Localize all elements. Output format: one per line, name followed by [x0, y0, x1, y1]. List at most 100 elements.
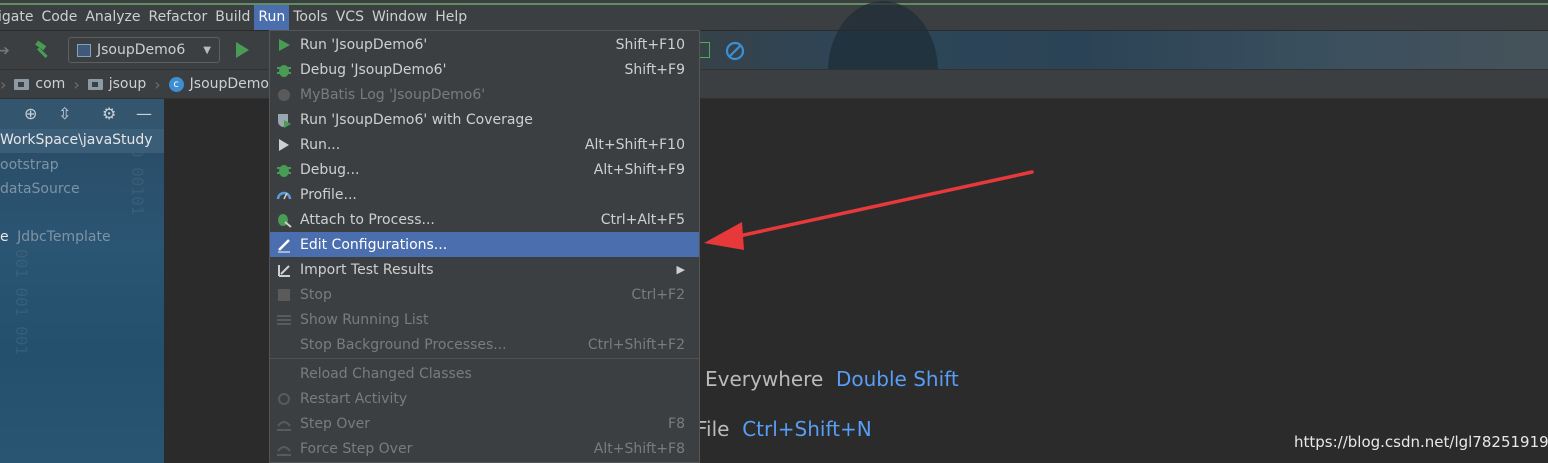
- menu-item-label: Run 'JsoupDemo6' with Coverage: [300, 111, 533, 128]
- folder-icon: [14, 78, 30, 90]
- list-icon: [276, 312, 292, 328]
- menu-item-import-test-results[interactable]: Import Test Results ▶: [270, 257, 699, 282]
- menu-item-shortcut: Alt+Shift+F9: [593, 161, 685, 178]
- menu-item-shortcut: Shift+F9: [624, 61, 685, 78]
- menu-item-run-dialog[interactable]: Run... Alt+Shift+F10: [270, 132, 699, 157]
- stop-icon: [276, 287, 292, 303]
- menu-item-shortcut: F8: [668, 415, 685, 432]
- menu-help[interactable]: Help: [431, 5, 471, 30]
- debug-icon: [276, 162, 292, 178]
- hint-text: Everywhere: [705, 367, 824, 391]
- debug-icon: [276, 62, 292, 78]
- menu-navigate[interactable]: igate: [0, 5, 37, 30]
- run-menu-dropdown: Run 'JsoupDemo6' Shift+F10 Debug 'JsoupD…: [269, 30, 700, 463]
- restart-icon: [276, 391, 292, 407]
- menu-item-shortcut: Alt+Shift+F8: [593, 440, 685, 457]
- menu-item-label: Run...: [300, 136, 341, 153]
- menu-item-label: Edit Configurations...: [300, 236, 448, 253]
- menu-item-shortcut: Alt+Shift+F10: [584, 136, 685, 153]
- class-icon: c: [168, 76, 184, 92]
- menu-item-force-step-over[interactable]: Force Step Over Alt+Shift+F8: [270, 436, 699, 461]
- menu-item-stop[interactable]: Stop Ctrl+F2: [270, 282, 699, 307]
- project-panel: 001 001 001 0010 00101 ⊕ ⇳ ⚙ — WorkSpace…: [0, 99, 164, 463]
- edit-icon: [276, 237, 292, 253]
- hint-shortcut: Double Shift: [835, 367, 959, 391]
- menu-run[interactable]: Run: [254, 5, 290, 30]
- menu-analyze[interactable]: Analyze: [81, 5, 144, 30]
- menu-item-shortcut: Shift+F10: [615, 36, 685, 53]
- menu-separator: [270, 358, 699, 359]
- breadcrumb-label: com: [35, 76, 66, 92]
- menu-item-debug-config[interactable]: Debug 'JsoupDemo6' Shift+F9: [270, 57, 699, 82]
- stop-disabled-icon[interactable]: [724, 40, 746, 62]
- breadcrumb-item-class[interactable]: c JsoupDemo: [168, 76, 269, 92]
- menu-item-label: Restart Activity: [300, 390, 408, 407]
- run-play-icon[interactable]: [236, 42, 249, 58]
- menu-item-debug-dialog[interactable]: Debug... Alt+Shift+F9: [270, 157, 699, 182]
- tree-item-label: JdbcTemplate: [17, 229, 111, 245]
- project-root-path[interactable]: WorkSpace\javaStudy: [0, 132, 153, 148]
- mybatis-icon: [276, 87, 292, 103]
- menu-item-profile[interactable]: Profile...: [270, 182, 699, 207]
- breadcrumb-item-jsoup[interactable]: jsoup ›: [87, 75, 169, 94]
- menu-item-attach-to-process[interactable]: Attach to Process... Ctrl+Alt+F5: [270, 207, 699, 232]
- menu-code[interactable]: Code: [37, 5, 81, 30]
- menu-item-label: Import Test Results: [300, 261, 434, 278]
- menu-item-reload-changed-classes[interactable]: Reload Changed Classes: [270, 361, 699, 386]
- menu-item-edit-configurations[interactable]: Edit Configurations...: [270, 232, 699, 257]
- menu-item-label: Force Step Over: [300, 440, 413, 457]
- menu-item-run-with-coverage[interactable]: Run 'JsoupDemo6' with Coverage: [270, 107, 699, 132]
- hint-go-to-file: File Ctrl+Shift+N: [696, 417, 872, 441]
- step-over-icon: [276, 416, 292, 432]
- submenu-arrow-icon: ▶: [676, 263, 685, 276]
- menu-item-show-running-list[interactable]: Show Running List: [270, 307, 699, 332]
- run-icon: [276, 37, 292, 53]
- menu-item-label: Step Over: [300, 415, 370, 432]
- watermark: https://blog.csdn.net/lgl782519197: [1294, 433, 1548, 451]
- application-config-icon: [77, 43, 91, 57]
- tree-item-bootstrap[interactable]: ootstrap: [0, 157, 59, 173]
- menu-refactor[interactable]: Refactor: [144, 5, 211, 30]
- menu-item-label: Reload Changed Classes: [300, 365, 472, 382]
- build-hammer-icon[interactable]: [32, 39, 54, 61]
- menu-build[interactable]: Build: [211, 5, 254, 30]
- run-configuration-selector[interactable]: JsoupDemo6 ▼: [68, 37, 220, 63]
- menu-item-icon-placeholder: [276, 366, 292, 382]
- menu-item-run-config[interactable]: Run 'JsoupDemo6' Shift+F10: [270, 32, 699, 57]
- run-icon: [276, 137, 292, 153]
- tree-item-prefix: e: [0, 229, 9, 245]
- menu-item-stop-background-processes[interactable]: Stop Background Processes... Ctrl+Shift+…: [270, 332, 699, 357]
- menu-item-label: Debug...: [300, 161, 360, 178]
- menu-item-label: Stop: [300, 286, 332, 303]
- menu-item-icon-placeholder: [276, 337, 292, 353]
- chevron-down-icon: ▼: [203, 44, 211, 56]
- hint-search-everywhere: Everywhere Double Shift: [705, 367, 959, 391]
- menu-tools[interactable]: Tools: [289, 5, 332, 30]
- background-decoration: 001 001 001: [12, 249, 31, 355]
- menu-item-label: Show Running List: [300, 311, 429, 328]
- import-icon: [276, 262, 292, 278]
- tree-item-jdbctemplate[interactable]: e JdbcTemplate: [0, 229, 111, 245]
- menu-item-step-over[interactable]: Step Over F8: [270, 411, 699, 436]
- project-panel-toolbar: ⊕ ⇳ ⚙ —: [0, 99, 164, 129]
- step-over-icon: [276, 441, 292, 457]
- menu-item-shortcut: Ctrl+Shift+F2: [587, 336, 685, 353]
- folder-icon: [87, 78, 103, 90]
- menu-vcs[interactable]: VCS: [332, 5, 368, 30]
- coverage-icon: [276, 112, 292, 128]
- collapse-all-icon[interactable]: ⇳: [58, 104, 71, 123]
- hide-icon[interactable]: —: [136, 104, 152, 123]
- menu-window[interactable]: Window: [368, 5, 431, 30]
- menu-item-mybatis-log[interactable]: MyBatis Log 'JsoupDemo6': [270, 82, 699, 107]
- menu-item-restart-activity[interactable]: Restart Activity: [270, 386, 699, 411]
- menu-item-label: Run 'JsoupDemo6': [300, 36, 428, 53]
- menu-item-shortcut: Ctrl+Alt+F5: [600, 211, 685, 228]
- tree-item-datasource[interactable]: dataSource: [0, 181, 80, 197]
- breadcrumb-item-com[interactable]: com ›: [14, 75, 87, 94]
- menu-item-label: MyBatis Log 'JsoupDemo6': [300, 86, 486, 103]
- breadcrumb-label: jsoup: [108, 76, 147, 92]
- gear-icon[interactable]: ⚙: [102, 104, 116, 123]
- menu-item-label: Debug 'JsoupDemo6': [300, 61, 447, 78]
- locate-icon[interactable]: ⊕: [24, 104, 37, 123]
- forward-icon[interactable]: ➔: [0, 43, 10, 59]
